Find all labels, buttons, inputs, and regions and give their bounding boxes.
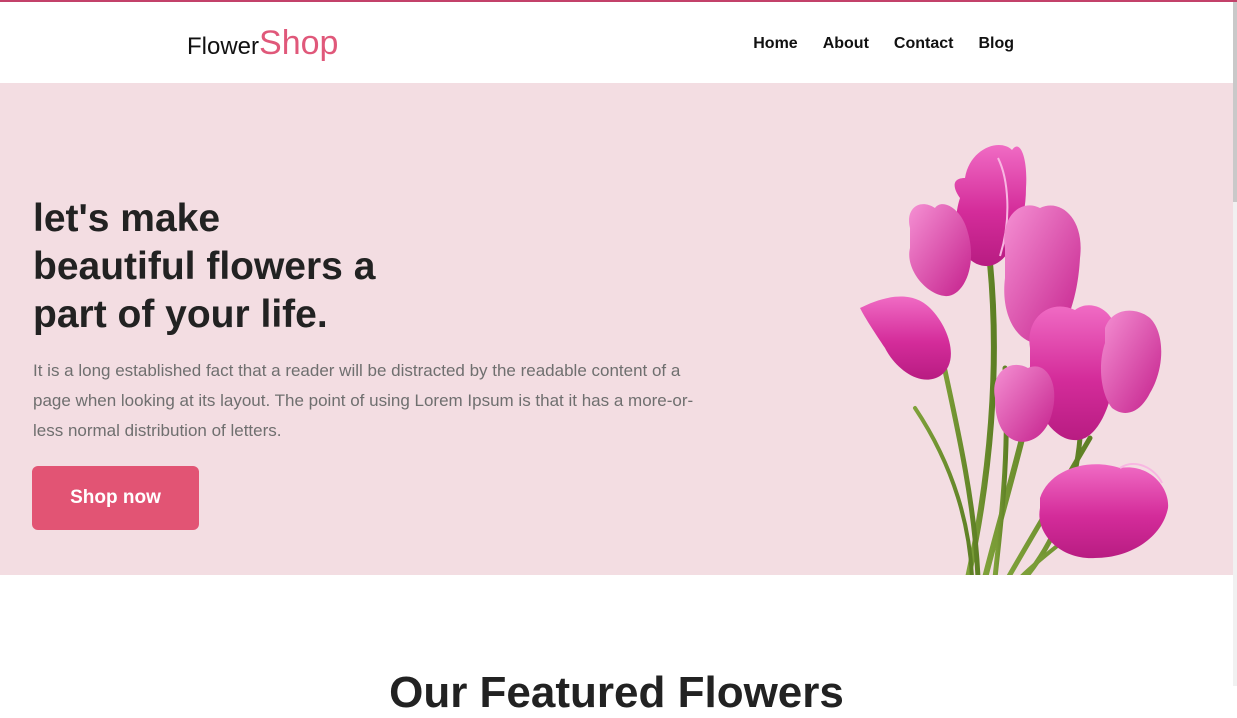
logo-text-flower: Flower bbox=[187, 33, 260, 60]
logo[interactable]: Flower Shop bbox=[187, 24, 338, 63]
nav-contact-link[interactable]: Contact bbox=[894, 35, 954, 53]
hero-title-line-2: beautiful flowers a bbox=[33, 245, 376, 288]
hero-section: let's make beautiful flowers a part of y… bbox=[0, 83, 1233, 575]
tulip-bouquet-image bbox=[860, 145, 1169, 575]
shop-now-button[interactable]: Shop now bbox=[32, 466, 199, 530]
nav-blog-link[interactable]: Blog bbox=[978, 35, 1014, 53]
site-header: Flower Shop Home About Contact Blog bbox=[0, 2, 1233, 83]
scrollbar-thumb[interactable] bbox=[1233, 2, 1237, 202]
hero-title-line-3: part of your life. bbox=[33, 293, 328, 336]
nav-home-link[interactable]: Home bbox=[753, 35, 797, 53]
hero-title: let's make beautiful flowers a part of y… bbox=[33, 195, 433, 339]
logo-text-shop: Shop bbox=[259, 24, 339, 62]
featured-section-title: Our Featured Flowers bbox=[389, 668, 844, 717]
nav-about-link[interactable]: About bbox=[823, 35, 869, 53]
main-nav: Home About Contact Blog bbox=[753, 35, 1014, 53]
hero-description: It is a long established fact that a rea… bbox=[33, 361, 694, 440]
hero-title-line-1: let's make bbox=[33, 197, 221, 240]
